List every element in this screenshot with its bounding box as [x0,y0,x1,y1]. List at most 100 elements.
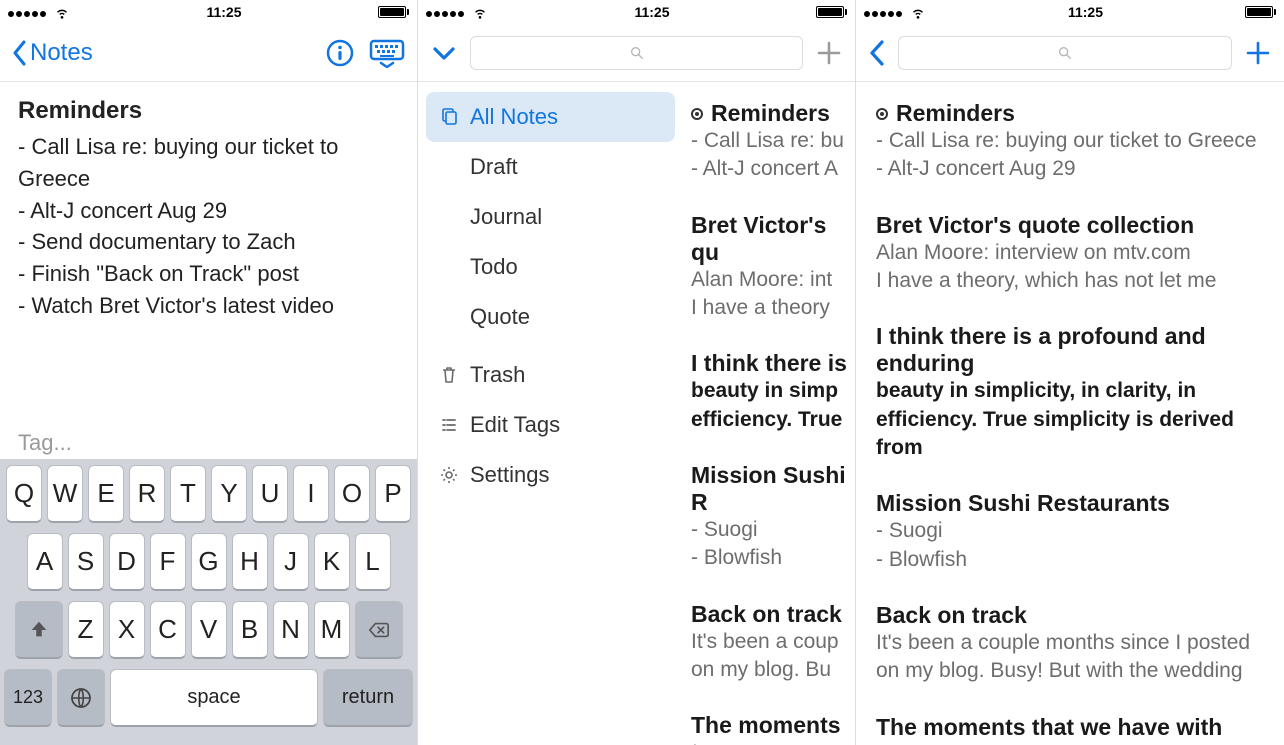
key-m[interactable]: M [314,601,350,659]
collapse-sidebar-button[interactable] [430,39,458,67]
note-list-line: on my blog. Busy! But with the wedding [876,657,1268,685]
note-body[interactable]: Reminders - Call Lisa re: buying our tic… [0,82,417,322]
sidebar: All Notes Draft Journal Todo Quote Trash… [418,82,683,745]
key-w[interactable]: W [47,465,83,523]
list-item[interactable]: Mission Sushi R- Suogi- Blowfish [687,452,855,591]
status-bar: 11:25 [418,0,855,24]
key-u[interactable]: U [252,465,288,523]
search-icon [629,45,645,61]
note-list-line: - Call Lisa re: buying our ticket to Gre… [876,127,1268,155]
note-title: Reminders [18,94,399,129]
note-list-line: efficiency. True [691,406,851,434]
key-l[interactable]: L [355,533,391,591]
key-return[interactable]: return [323,669,413,727]
key-space[interactable]: space [110,669,318,727]
list-item[interactable]: Reminders- Call Lisa re: buying our tick… [872,90,1272,202]
search-icon [1057,45,1073,61]
back-button[interactable] [868,39,886,67]
note-list-line: - Suogi [691,516,851,544]
key-k[interactable]: K [314,533,350,591]
note-list-title: Mission Sushi Restaurants [876,490,1170,517]
note-list-line: - Blowfish [691,544,851,572]
list-item[interactable]: Back on trackIt's been a couple months s… [872,592,1272,704]
info-button[interactable] [325,38,355,68]
list-toolbar [418,24,855,82]
note-list-line: efficiency. True simplicity is derived f… [876,406,1268,463]
key-globe[interactable] [57,669,105,727]
trash-icon [440,366,458,384]
search-input[interactable] [470,36,803,70]
list-item[interactable]: I think there is a profound and enduring… [872,313,1272,480]
list-item[interactable]: Mission Sushi Restaurants- Suogi- Blowfi… [872,480,1272,592]
key-b[interactable]: B [232,601,268,659]
sidebar-item-settings[interactable]: Settings [426,450,675,500]
back-button[interactable]: Notes [12,39,93,67]
sidebar-item-label: Draft [470,154,518,180]
key-123[interactable]: 123 [4,669,52,727]
sidebar-item-label: All Notes [470,104,558,130]
key-delete[interactable] [355,601,403,659]
list-item[interactable]: Bret Victor's quAlan Moore: intI have a … [687,202,855,341]
signal-dots-icon [8,4,48,20]
note-list-title: The moments t [691,712,851,745]
key-x[interactable]: X [109,601,145,659]
list-item[interactable]: The moments that we have with friendsand… [872,704,1272,745]
gear-icon [440,466,458,484]
copy-icon [440,108,458,126]
list-item[interactable]: Reminders- Call Lisa re: bu- Alt-J conce… [687,90,855,202]
new-note-button[interactable] [815,39,843,67]
key-j[interactable]: J [273,533,309,591]
key-g[interactable]: G [191,533,227,591]
list-item[interactable]: The moments tand family, the [687,702,855,745]
key-shift[interactable] [15,601,63,659]
note-list-line: Alan Moore: interview on mtv.com [876,239,1268,267]
note-list-line: It's been a coup [691,628,851,656]
note-list-title: The moments that we have with friends [876,714,1268,745]
key-q[interactable]: Q [6,465,42,523]
key-o[interactable]: O [334,465,370,523]
pane-notes-list: 11:25 Reminders- Call Lisa re: buying ou… [856,0,1284,745]
key-s[interactable]: S [68,533,104,591]
list-item[interactable]: Back on trackIt's been a coupon my blog.… [687,591,855,703]
key-i[interactable]: I [293,465,329,523]
search-input[interactable] [898,36,1232,70]
key-t[interactable]: T [170,465,206,523]
key-z[interactable]: Z [68,601,104,659]
key-n[interactable]: N [273,601,309,659]
key-a[interactable]: A [27,533,63,591]
key-y[interactable]: Y [211,465,247,523]
key-d[interactable]: D [109,533,145,591]
wifi-icon [54,4,70,20]
new-note-button[interactable] [1244,39,1272,67]
target-icon [691,108,703,120]
battery-icon [378,6,409,18]
key-h[interactable]: H [232,533,268,591]
wifi-icon [472,4,488,20]
sidebar-item-journal[interactable]: Journal [426,192,675,242]
status-time: 11:25 [206,4,241,20]
sidebar-item-label: Quote [470,304,530,330]
note-list-line: It's been a couple months since I posted [876,629,1268,657]
sidebar-item-trash[interactable]: Trash [426,350,675,400]
sidebar-item-draft[interactable]: Draft [426,142,675,192]
list-icon [440,417,458,433]
tag-input[interactable]: Tag... [18,430,72,456]
key-v[interactable]: V [191,601,227,659]
keyboard: QWERTYUIOP ASDFGHJKL ZXCVBNM 123 space r… [0,459,417,745]
hide-keyboard-button[interactable] [369,38,405,68]
note-list-line: - Blowfish [876,546,1268,574]
key-p[interactable]: P [375,465,411,523]
key-e[interactable]: E [88,465,124,523]
list-item[interactable]: Bret Victor's quote collectionAlan Moore… [872,202,1272,314]
key-c[interactable]: C [150,601,186,659]
list-item[interactable]: I think there isbeauty in simpefficiency… [687,340,855,452]
sidebar-item-todo[interactable]: Todo [426,242,675,292]
sidebar-item-all-notes[interactable]: All Notes [426,92,675,142]
note-line: - Finish "Back on Track" post [18,258,399,290]
note-list-title: I think there is [691,350,847,377]
key-f[interactable]: F [150,533,186,591]
sidebar-item-label: Journal [470,204,542,230]
sidebar-item-edit-tags[interactable]: Edit Tags [426,400,675,450]
key-r[interactable]: R [129,465,165,523]
sidebar-item-quote[interactable]: Quote [426,292,675,342]
